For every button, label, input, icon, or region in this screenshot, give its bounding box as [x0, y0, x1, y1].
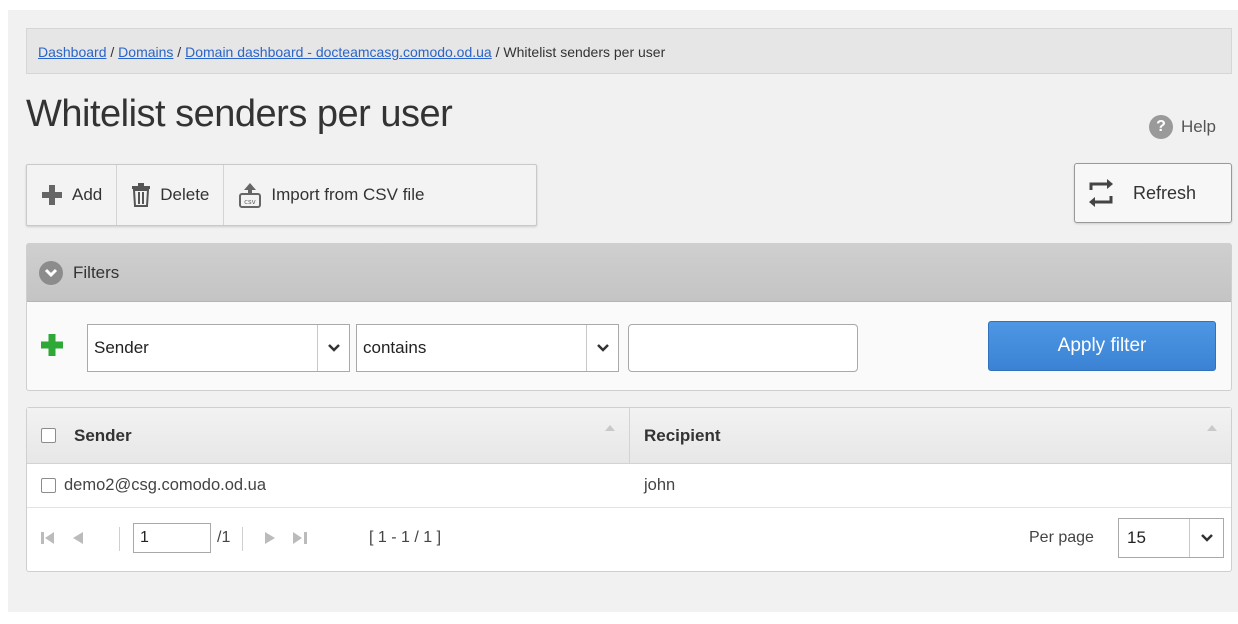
sender-value: demo2@csg.comodo.od.ua	[64, 476, 267, 494]
add-button[interactable]: Add	[27, 165, 118, 225]
filters-panel: Filters Sender contains Apply filter	[26, 243, 1232, 391]
chevron-down-icon	[39, 260, 63, 285]
page-title: Whitelist senders per user	[26, 93, 453, 135]
chevron-down-icon	[586, 325, 618, 371]
import-label: Import from CSV file	[271, 185, 425, 204]
delete-button[interactable]: Delete	[117, 165, 225, 225]
prev-page-icon[interactable]	[73, 532, 83, 544]
refresh-button[interactable]: Refresh	[1074, 163, 1232, 223]
row-checkbox[interactable]	[41, 478, 56, 493]
help-label: Help	[1181, 117, 1216, 136]
column-header-sender[interactable]: Sender	[27, 408, 630, 463]
csv-upload-icon: csv	[239, 183, 262, 208]
import-csv-button[interactable]: csv Import from CSV file	[224, 165, 438, 225]
per-page-label: Per page	[1029, 529, 1094, 546]
sort-asc-icon	[605, 425, 615, 431]
breadcrumb-separator: /	[106, 44, 119, 60]
breadcrumb-link-domain-dashboard[interactable]: Domain dashboard - docteamcasg.comodo.od…	[185, 44, 492, 60]
table-header: Sender Recipient	[27, 408, 1231, 464]
refresh-icon	[1089, 179, 1113, 207]
breadcrumb-separator: /	[491, 44, 504, 60]
refresh-label: Refresh	[1133, 182, 1197, 203]
filters-label: Filters	[73, 262, 120, 282]
page-number-input[interactable]	[133, 523, 211, 553]
breadcrumb: Dashboard / Domains / Domain dashboard -…	[26, 28, 1232, 74]
filter-row: Sender contains Apply filter	[27, 302, 1231, 390]
column-header-label: Recipient	[644, 425, 721, 445]
total-pages: /1	[217, 529, 231, 546]
breadcrumb-current: Whitelist senders per user	[503, 44, 666, 60]
help-link[interactable]: ? Help	[1149, 114, 1216, 140]
question-icon: ?	[1149, 115, 1174, 139]
per-page-value: 15	[1127, 528, 1146, 547]
table-row[interactable]: demo2@csg.comodo.od.ua john	[27, 464, 1231, 508]
filter-operator-value: contains	[363, 338, 427, 357]
breadcrumb-link-dashboard[interactable]: Dashboard	[38, 44, 107, 60]
filter-field-value: Sender	[94, 338, 149, 357]
chevron-down-icon	[1189, 519, 1223, 557]
select-all-checkbox[interactable]	[41, 428, 56, 443]
cell-sender: demo2@csg.comodo.od.ua	[27, 464, 630, 507]
filter-value-input[interactable]	[628, 324, 858, 372]
per-page-select[interactable]: 15	[1118, 518, 1224, 558]
add-label: Add	[72, 185, 103, 204]
column-header-recipient[interactable]: Recipient	[630, 408, 1231, 463]
recipient-value: john	[644, 476, 676, 494]
first-page-icon[interactable]	[41, 532, 55, 544]
pager-divider	[242, 527, 243, 551]
action-toolbar: Add Delete csv Import from CSV file	[26, 164, 537, 226]
filters-toggle[interactable]: Filters	[27, 244, 1231, 302]
apply-filter-button[interactable]: Apply filter	[988, 321, 1216, 371]
pagination-bar: /1 [ 1 - 1 / 1 ] Per page 15	[27, 508, 1231, 570]
chevron-down-icon	[317, 325, 349, 371]
cell-recipient: john	[630, 464, 1231, 507]
svg-text:csv: csv	[245, 198, 257, 206]
breadcrumb-link-domains[interactable]: Domains	[118, 44, 173, 60]
filter-field-select[interactable]: Sender	[87, 324, 350, 372]
column-header-label: Sender	[74, 425, 132, 445]
last-page-icon[interactable]	[293, 532, 307, 544]
senders-table: Sender Recipient demo2@csg.comodo.od.ua …	[26, 407, 1232, 572]
trash-icon	[132, 183, 151, 207]
filter-operator-select[interactable]: contains	[356, 324, 619, 372]
breadcrumb-separator: /	[173, 44, 186, 60]
next-page-icon[interactable]	[265, 532, 275, 544]
sort-asc-icon	[1207, 425, 1217, 431]
plus-icon	[42, 185, 62, 205]
pager-divider	[119, 527, 120, 551]
add-filter-icon[interactable]	[41, 334, 63, 356]
record-range: [ 1 - 1 / 1 ]	[369, 529, 442, 546]
delete-label: Delete	[160, 185, 210, 204]
